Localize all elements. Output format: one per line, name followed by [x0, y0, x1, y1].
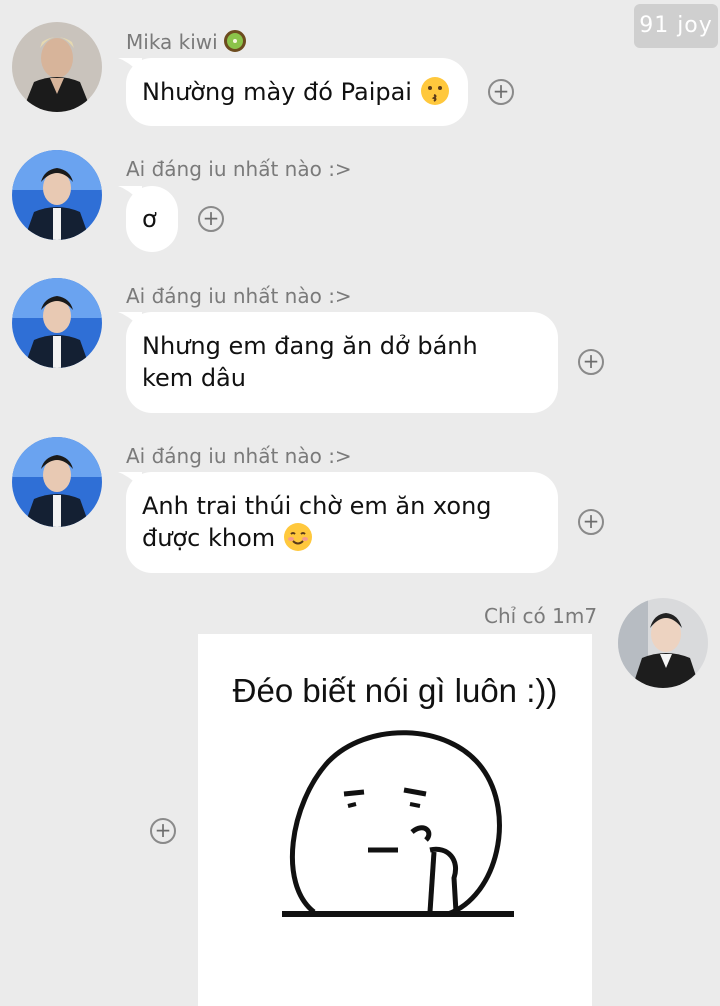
avatar-ai-dang-iu[interactable]: [12, 150, 102, 240]
add-reaction-button[interactable]: +: [150, 818, 176, 844]
watermark: 91 joy: [634, 4, 718, 48]
bubble-tail: [118, 472, 142, 490]
message-text-line: Anh trai thúi chờ em ăn xong: [142, 492, 492, 520]
sender-name: Chỉ có 1m7: [484, 604, 598, 628]
message-text: Nhường mày đó Paipai: [142, 78, 412, 106]
sticker-image[interactable]: Đéo biết nói gì luôn :)): [198, 634, 592, 1006]
sender-name: Ai đáng iu nhất nào :>: [126, 157, 352, 181]
message-text-line: kem dâu: [142, 364, 246, 392]
sender-name: Mika kiwi: [126, 30, 247, 54]
kiwi-icon: [224, 30, 247, 52]
thinking-face-drawing: [282, 730, 514, 917]
add-reaction-button[interactable]: +: [578, 349, 604, 375]
add-reaction-button[interactable]: +: [578, 509, 604, 535]
smiling-face-icon: [283, 522, 313, 560]
message-bubble[interactable]: Nhưng em đang ăn dở bánh kem dâu: [118, 312, 558, 413]
bubble-tail: [118, 312, 142, 330]
sender-name: Ai đáng iu nhất nào :>: [126, 444, 352, 468]
avatar-chi-co-1m7[interactable]: [618, 598, 708, 688]
avatar-ai-dang-iu[interactable]: [12, 278, 102, 368]
add-reaction-button[interactable]: +: [198, 206, 224, 232]
bubble-tail: [118, 186, 142, 204]
avatar-mika-kiwi[interactable]: [12, 22, 102, 112]
bubble-tail: [118, 58, 142, 76]
kissing-face-icon: [420, 76, 450, 114]
sender-name: Ai đáng iu nhất nào :>: [126, 284, 352, 308]
message-bubble[interactable]: Anh trai thúi chờ em ăn xong được khom: [118, 472, 558, 573]
message-text: ơ: [142, 205, 157, 233]
message-text-line: được khom: [142, 524, 276, 552]
add-reaction-button[interactable]: +: [488, 79, 514, 105]
message-bubble[interactable]: Nhường mày đó Paipai: [118, 58, 468, 126]
avatar-ai-dang-iu[interactable]: [12, 437, 102, 527]
message-bubble[interactable]: ơ: [118, 186, 178, 252]
message-text-line: Nhưng em đang ăn dở bánh: [142, 332, 478, 360]
